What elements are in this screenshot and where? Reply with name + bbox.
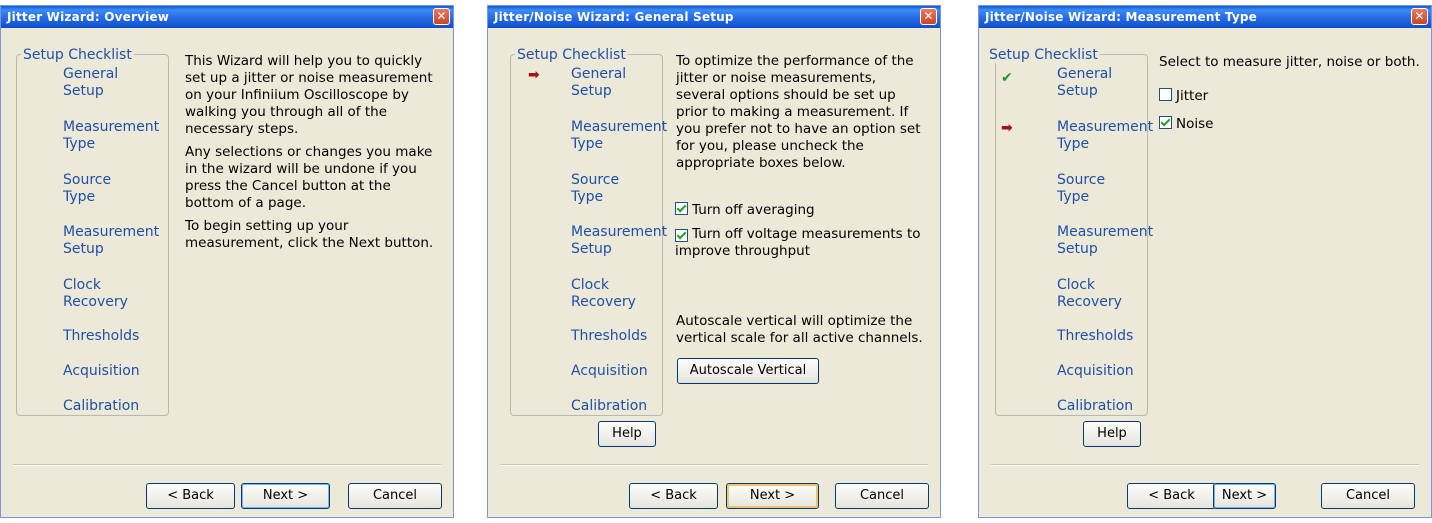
step-source-type: Source Type <box>63 172 112 205</box>
separator <box>13 464 441 466</box>
step-clock-recovery: Clock Recovery <box>1057 277 1122 310</box>
step-measurement-setup: Measurement Setup <box>63 224 160 257</box>
general-setup-intro: To optimize the performance of the jitte… <box>676 53 921 171</box>
step-acquisition: Acquisition <box>1057 363 1134 379</box>
step-general-setup: General Setup <box>571 66 627 99</box>
back-button[interactable]: < Back <box>629 483 718 509</box>
step-calibration: Calibration <box>571 398 648 414</box>
voltage-label: Turn off voltage measurements to improve… <box>675 226 921 259</box>
step-measurement-type: Measurement Type <box>571 119 668 152</box>
separator <box>991 464 1419 466</box>
help-button[interactable]: Help <box>1083 421 1141 447</box>
next-paragraph: To begin setting up your measurement, cl… <box>185 218 434 251</box>
measurement-prompt: Select to measure jitter, noise or both. <box>1159 54 1420 70</box>
step-measurement-type: Measurement Type <box>63 119 160 152</box>
jitter-checkbox[interactable] <box>1159 88 1172 101</box>
completed-step-check-icon: ✔ <box>1001 70 1013 86</box>
back-button[interactable]: < Back <box>146 483 235 509</box>
next-button[interactable]: Next > <box>726 483 819 509</box>
noise-checkbox[interactable] <box>1159 116 1172 129</box>
measurement-type-dialog: Jitter/Noise Wizard: Measurement Type ✕ … <box>978 5 1432 518</box>
dialog-title: Jitter/Noise Wizard: General Setup <box>494 10 734 24</box>
jitter-label: Jitter <box>1176 88 1209 104</box>
step-clock-recovery: Clock Recovery <box>571 277 636 310</box>
step-acquisition: Acquisition <box>63 363 140 379</box>
title-bar[interactable]: Jitter/Noise Wizard: Measurement Type ✕ <box>979 6 1431 28</box>
step-measurement-type: Measurement Type <box>1057 119 1154 152</box>
checklist-title: Setup Checklist <box>987 47 1100 63</box>
step-measurement-setup: Measurement Setup <box>571 224 668 257</box>
overview-text: This Wizard will help you to quickly set… <box>185 53 435 258</box>
step-thresholds: Thresholds <box>571 328 648 344</box>
step-thresholds: Thresholds <box>1057 328 1134 344</box>
noise-label: Noise <box>1176 116 1214 132</box>
separator <box>500 464 928 466</box>
voltage-checkbox[interactable] <box>675 229 688 242</box>
overview-dialog: Jitter Wizard: Overview ✕ Setup Checklis… <box>0 5 454 518</box>
title-bar[interactable]: Jitter/Noise Wizard: General Setup ✕ <box>488 6 940 28</box>
jitter-option[interactable]: Jitter <box>1159 88 1208 105</box>
step-acquisition: Acquisition <box>571 363 648 379</box>
step-calibration: Calibration <box>63 398 140 414</box>
step-source-type: Source Type <box>571 172 620 205</box>
next-button[interactable]: Next > <box>1213 483 1276 509</box>
averaging-checkbox[interactable] <box>675 202 688 215</box>
dialog-title: Jitter Wizard: Overview <box>7 10 170 24</box>
close-button[interactable]: ✕ <box>1411 8 1428 25</box>
cancel-paragraph: Any selections or changes you make in th… <box>185 144 433 211</box>
current-step-arrow-icon: ➡ <box>528 67 540 83</box>
voltage-option[interactable]: Turn off voltage measurements to improve… <box>675 226 925 260</box>
step-thresholds: Thresholds <box>63 328 140 344</box>
checklist-title: Setup Checklist <box>21 47 134 63</box>
next-button[interactable]: Next > <box>241 483 330 509</box>
current-step-arrow-icon: ➡ <box>1001 120 1013 136</box>
step-source-type: Source Type <box>1057 172 1106 205</box>
autoscale-description: Autoscale vertical will optimize the ver… <box>676 313 923 346</box>
step-clock-recovery: Clock Recovery <box>63 277 128 310</box>
averaging-option[interactable]: Turn off averaging <box>675 202 815 219</box>
step-measurement-setup: Measurement Setup <box>1057 224 1154 257</box>
checklist-title: Setup Checklist <box>515 47 628 63</box>
step-calibration: Calibration <box>1057 398 1134 414</box>
close-button[interactable]: ✕ <box>920 8 937 25</box>
noise-option[interactable]: Noise <box>1159 116 1213 133</box>
close-button[interactable]: ✕ <box>433 8 450 25</box>
help-button[interactable]: Help <box>598 421 656 447</box>
averaging-label: Turn off averaging <box>692 202 815 218</box>
cancel-button[interactable]: Cancel <box>835 483 929 509</box>
cancel-button[interactable]: Cancel <box>348 483 442 509</box>
autoscale-vertical-button[interactable]: Autoscale Vertical <box>677 358 819 384</box>
step-general-setup: General Setup <box>63 66 119 99</box>
intro-paragraph: This Wizard will help you to quickly set… <box>185 53 433 137</box>
back-button[interactable]: < Back <box>1127 483 1216 509</box>
cancel-button[interactable]: Cancel <box>1321 483 1415 509</box>
step-general-setup: General Setup <box>1057 66 1113 99</box>
general-setup-dialog: Jitter/Noise Wizard: General Setup ✕ Set… <box>487 5 941 518</box>
title-bar[interactable]: Jitter Wizard: Overview ✕ <box>1 6 453 28</box>
dialog-title: Jitter/Noise Wizard: Measurement Type <box>985 10 1257 24</box>
